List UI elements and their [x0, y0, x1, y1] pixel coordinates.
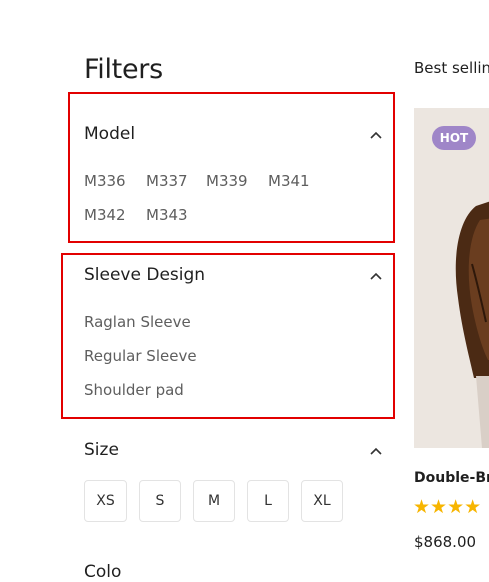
- chevron-up-icon[interactable]: [370, 447, 382, 455]
- model-option-m337[interactable]: M337: [146, 172, 188, 190]
- sort-dropdown-label[interactable]: Best selling: [414, 59, 489, 77]
- size-option-xl[interactable]: XL: [301, 480, 343, 522]
- model-option-m343[interactable]: M343: [146, 206, 188, 224]
- model-section-title: Model: [84, 124, 136, 144]
- size-option-m[interactable]: M: [193, 480, 235, 522]
- size-section-header[interactable]: Size: [84, 440, 384, 462]
- color-section-title[interactable]: Colo: [84, 562, 121, 582]
- size-section-title: Size: [84, 440, 119, 460]
- size-option-l[interactable]: L: [247, 480, 289, 522]
- product-image[interactable]: [414, 108, 489, 448]
- product-name[interactable]: Double-Bre: [414, 470, 489, 486]
- model-option-m342[interactable]: M342: [84, 206, 126, 224]
- sleeve-option-shoulder-pad[interactable]: Shoulder pad: [84, 381, 184, 399]
- model-section-header[interactable]: Model: [84, 124, 384, 146]
- model-option-m336[interactable]: M336: [84, 172, 126, 190]
- filters-title: Filters: [84, 54, 163, 85]
- chevron-up-icon[interactable]: [370, 272, 382, 280]
- size-option-xs[interactable]: XS: [84, 480, 127, 522]
- chevron-up-icon[interactable]: [370, 131, 382, 139]
- hot-badge: HOT: [432, 126, 476, 150]
- sleeve-design-section-header[interactable]: Sleeve Design: [84, 265, 384, 287]
- sleeve-option-regular[interactable]: Regular Sleeve: [84, 347, 197, 365]
- product-photo: [414, 108, 489, 448]
- size-option-s[interactable]: S: [139, 480, 181, 522]
- product-price: $868.00: [414, 533, 477, 551]
- sleeve-option-raglan[interactable]: Raglan Sleeve: [84, 313, 191, 331]
- star-rating: ★★★★: [413, 496, 482, 518]
- model-option-m341[interactable]: M341: [268, 172, 310, 190]
- sleeve-design-section-title: Sleeve Design: [84, 265, 206, 285]
- model-option-m339[interactable]: M339: [206, 172, 248, 190]
